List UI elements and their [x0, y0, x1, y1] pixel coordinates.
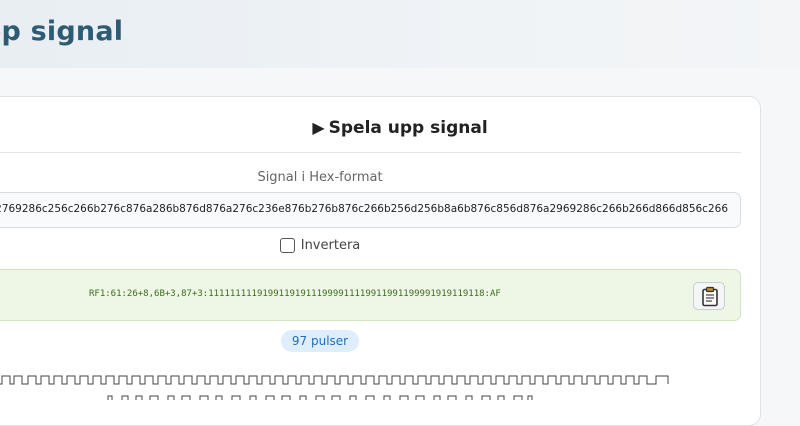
rf-output-text: RF1:61:26+8,6B+3,87+3:111111111919911919…: [89, 289, 501, 299]
waveform-row-1: [0, 375, 669, 385]
pulse-count-badge: 97 pulser: [281, 330, 359, 352]
clipboard-icon: [702, 286, 718, 307]
hex-field-label: Signal i Hex-format: [257, 170, 383, 185]
play-icon: ▶: [312, 118, 325, 137]
divider: [0, 152, 741, 153]
invert-option[interactable]: Invertera: [0, 238, 640, 253]
page-title: pp signal: [0, 16, 124, 47]
signal-waveform: [0, 375, 669, 400]
rf-output-box: RF1:61:26+8,6B+3,87+3:111111111919911919…: [0, 269, 741, 321]
invert-checkbox[interactable]: [279, 238, 295, 253]
card-title-text: Spela upp signal: [328, 118, 488, 138]
hex-input-value: 56c2769286c256c266b276c876a286b876d876a2…: [0, 203, 728, 215]
card-title: ▶ Spela upp signal: [0, 118, 800, 138]
copy-button[interactable]: [693, 282, 725, 310]
page-header: pp signal: [0, 0, 800, 68]
invert-label: Invertera: [300, 238, 361, 253]
hex-input[interactable]: 56c2769286c256c266b276c876a286b876d876a2…: [0, 192, 741, 228]
waveform-row-2: [107, 395, 533, 400]
